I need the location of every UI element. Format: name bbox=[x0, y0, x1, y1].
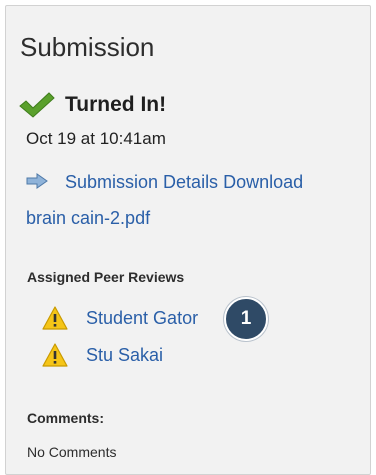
submission-status: Turned In! bbox=[18, 90, 166, 120]
peer-review-link[interactable]: Student Gator bbox=[86, 308, 198, 329]
status-label: Turned In! bbox=[65, 93, 167, 116]
warning-icon bbox=[42, 343, 68, 367]
peer-review-link[interactable]: Stu Sakai bbox=[86, 345, 163, 366]
peer-review-item[interactable]: Stu Sakai bbox=[42, 341, 163, 369]
callout-number-badge: 1 bbox=[224, 297, 268, 341]
warning-icon bbox=[42, 306, 68, 330]
arrow-right-icon bbox=[26, 165, 48, 189]
submission-panel: Submission Turned In! Oct 19 at 10:41am … bbox=[5, 5, 371, 475]
download-link-label[interactable]: Download bbox=[223, 172, 303, 192]
submitted-date: Oct 19 at 10:41am bbox=[26, 129, 166, 148]
comments-text: No Comments bbox=[27, 444, 117, 460]
panel-title: Submission bbox=[20, 32, 155, 62]
peer-review-item[interactable]: Student Gator bbox=[42, 304, 198, 332]
peer-reviews-heading: Assigned Peer Reviews bbox=[27, 269, 185, 285]
download-file-link[interactable]: brain cain-2.pdf bbox=[26, 208, 150, 228]
submission-links: Submission Details Download brain cain-2.… bbox=[26, 164, 366, 236]
submission-details-link[interactable]: Submission Details bbox=[65, 172, 218, 192]
comments-heading: Comments: bbox=[27, 410, 105, 426]
check-icon bbox=[18, 91, 56, 119]
